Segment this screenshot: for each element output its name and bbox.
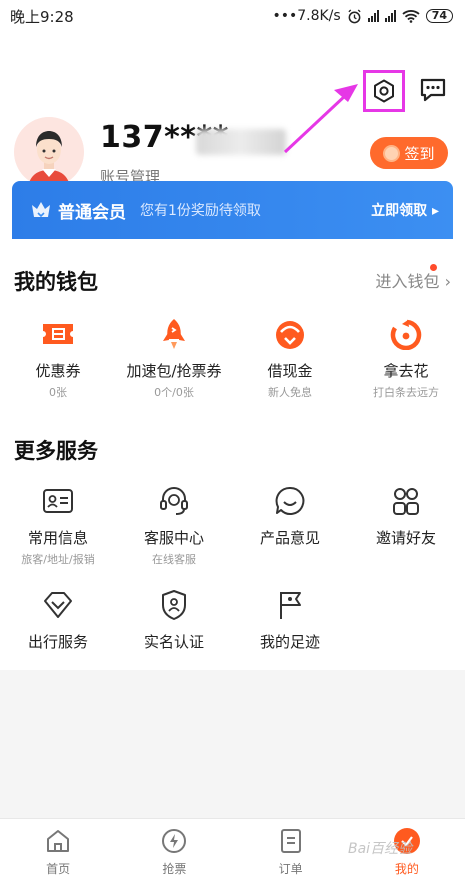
service-item-feedback[interactable]: 产品意见 — [232, 483, 348, 548]
diamond-icon — [44, 592, 72, 618]
status-bar: 晚上9:28 •••7.8K/s 74 — [0, 0, 465, 32]
service-item-common-info[interactable]: 常用信息 旅客/地址/报销 — [0, 483, 116, 567]
wifi-icon — [402, 10, 420, 23]
order-icon — [280, 829, 301, 853]
service-item-footprint[interactable]: 我的足迹 — [232, 587, 348, 652]
wallet-title: 我的钱包 — [14, 270, 98, 294]
flag-icon — [280, 592, 301, 619]
alarm-icon — [348, 8, 361, 23]
service-item-label: 邀请好友 — [375, 529, 436, 547]
service-item-invite[interactable]: 邀请好友 — [348, 483, 464, 548]
service-item-sub: 在线客服 — [152, 553, 196, 566]
tab-grab-tickets[interactable]: 抢票 — [116, 819, 232, 885]
wallet-item-label: 加速包/抢票券 — [126, 362, 222, 380]
coupon-icon — [43, 324, 73, 344]
service-item-label: 出行服务 — [27, 633, 88, 651]
member-title: 普通会员 — [58, 202, 126, 223]
cash-loan-icon — [276, 321, 304, 349]
chat-icon — [420, 78, 446, 102]
member-tip: 您有1份奖励待领取 — [140, 203, 261, 219]
battery-icon: 74 — [425, 9, 453, 23]
signal-icon — [367, 10, 379, 22]
avatar[interactable] — [14, 117, 84, 187]
invite-friends-icon — [393, 488, 419, 515]
service-item-label: 我的足迹 — [259, 633, 320, 651]
smile-chat-icon — [275, 486, 305, 515]
enter-wallet-link[interactable]: 进入钱包 › — [376, 268, 452, 292]
network-speed: •••7.8K/s — [272, 8, 341, 24]
tab-label: 抢票 — [162, 862, 187, 876]
wallet-item-sub: 0张 — [49, 386, 67, 399]
watermark: Bai百经验 — [348, 841, 413, 857]
avatar-illustration — [14, 117, 84, 187]
credit-icon — [390, 319, 422, 350]
coin-icon — [383, 144, 401, 162]
headset-icon — [160, 487, 188, 515]
status-time: 晚上9:28 — [10, 7, 74, 26]
tab-home[interactable]: 首页 — [0, 819, 116, 885]
wallet-item-sub: 新人免息 — [268, 386, 312, 399]
service-item-label: 常用信息 — [27, 529, 88, 547]
tab-label: 订单 — [278, 862, 303, 876]
service-item-verify[interactable]: 实名认证 — [116, 587, 232, 652]
rocket-icon — [163, 319, 185, 349]
service-item-customer-service[interactable]: 客服中心 在线客服 — [116, 483, 232, 567]
wallet-item-cash[interactable]: 借现金 新人免息 — [232, 316, 348, 400]
status-icons: •••7.8K/s 74 — [272, 8, 453, 24]
wallet-item-coupon[interactable]: 优惠券 0张 — [0, 316, 116, 400]
wallet-item-sub: 0个/0张 — [154, 386, 194, 399]
id-card-icon — [43, 489, 73, 513]
wallet-item-credit[interactable]: 拿去花 打白条去远方 — [348, 316, 464, 400]
crown-icon — [32, 202, 50, 218]
wallet-item-label: 拿去花 — [383, 362, 429, 380]
services-section: 更多服务 常用信息 旅客/地址/报销 客服中心 在线客服 产品意见 邀请好友 出… — [0, 415, 465, 670]
claim-reward-link[interactable]: 立即领取 ▸ — [371, 200, 439, 220]
wallet-item-boost[interactable]: 加速包/抢票券 0个/0张 — [116, 316, 232, 400]
service-item-sub: 旅客/地址/报销 — [21, 553, 95, 566]
settings-button[interactable] — [363, 70, 405, 112]
tab-orders[interactable]: 订单 — [233, 819, 349, 885]
checkin-button[interactable]: 签到 — [370, 137, 448, 169]
home-icon — [47, 830, 70, 852]
tab-label: 我的 — [394, 862, 419, 876]
lightning-icon — [162, 829, 187, 853]
gear-icon — [374, 79, 394, 103]
service-item-label: 客服中心 — [143, 529, 204, 547]
signal-icon-2 — [384, 10, 396, 22]
member-banner[interactable]: 普通会员 您有1份奖励待领取 立即领取 ▸ — [12, 181, 453, 239]
wallet-item-label: 借现金 — [267, 362, 313, 380]
service-item-label: 产品意见 — [259, 529, 320, 547]
service-item-label: 实名认证 — [143, 633, 204, 651]
tab-label: 首页 — [46, 862, 71, 876]
wallet-section: 我的钱包 进入钱包 › 优惠券 0张 加速包/抢票券 0个/0张 借现金 新人免… — [0, 240, 465, 415]
services-title: 更多服务 — [14, 439, 98, 463]
checkin-label: 签到 — [404, 144, 435, 163]
message-button[interactable] — [417, 74, 449, 106]
shield-icon — [162, 590, 186, 620]
wallet-item-label: 优惠券 — [35, 362, 81, 380]
phone-blur-mask — [196, 129, 286, 155]
notification-dot — [430, 264, 437, 271]
service-item-travel[interactable]: 出行服务 — [0, 587, 116, 652]
wallet-item-sub: 打白条去远方 — [373, 386, 439, 399]
